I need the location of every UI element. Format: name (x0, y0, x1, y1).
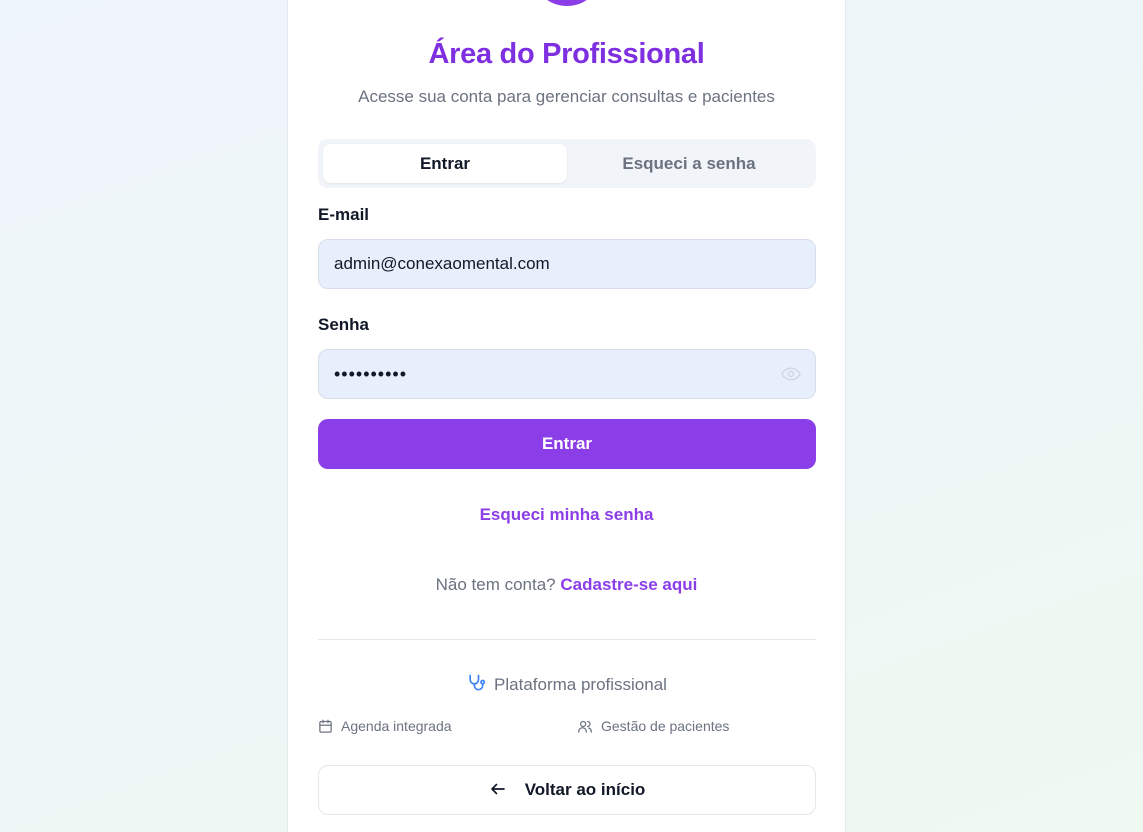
users-icon (578, 720, 592, 733)
platform-label: Plataforma profissional (494, 675, 667, 694)
email-label: E-mail (318, 205, 370, 224)
back-home-button[interactable]: Voltar ao início (318, 765, 816, 815)
signup-link[interactable]: Cadastre-se aqui (560, 575, 697, 594)
password-field[interactable]: •••••••••• (318, 349, 816, 399)
eye-icon[interactable] (781, 366, 801, 382)
tab-esqueci-senha[interactable]: Esqueci a senha (567, 144, 811, 183)
page-title: Área do Profissional (428, 38, 705, 70)
platform-info: Plataforma profissional (287, 673, 846, 695)
feature-pacientes: Gestão de pacientes (577, 716, 729, 736)
feature-agenda: Agenda integrada (318, 716, 452, 736)
login-button[interactable]: Entrar (318, 419, 816, 469)
signup-row: Não tem conta? Cadastre-se aqui (287, 575, 846, 595)
forgot-password-row: Esqueci minha senha (287, 505, 846, 525)
feature-label: Gestão de pacientes (601, 718, 730, 734)
stethoscope-icon (469, 674, 486, 691)
calendar-icon (319, 719, 332, 733)
page-subtitle: Acesse sua conta para gerenciar consulta… (358, 87, 775, 106)
email-field[interactable]: admin@conexaomental.com (318, 239, 816, 289)
divider (318, 639, 816, 640)
forgot-password-link[interactable]: Esqueci minha senha (480, 505, 654, 524)
auth-tabs: Entrar Esqueci a senha (318, 139, 816, 188)
arrow-left-icon (490, 783, 505, 795)
login-card (287, 0, 846, 832)
back-home-label: Voltar ao início (524, 780, 646, 799)
password-label: Senha (318, 315, 370, 334)
feature-label: Agenda integrada (341, 718, 452, 734)
no-account-text: Não tem conta? (435, 575, 556, 594)
tab-entrar[interactable]: Entrar (323, 144, 567, 183)
